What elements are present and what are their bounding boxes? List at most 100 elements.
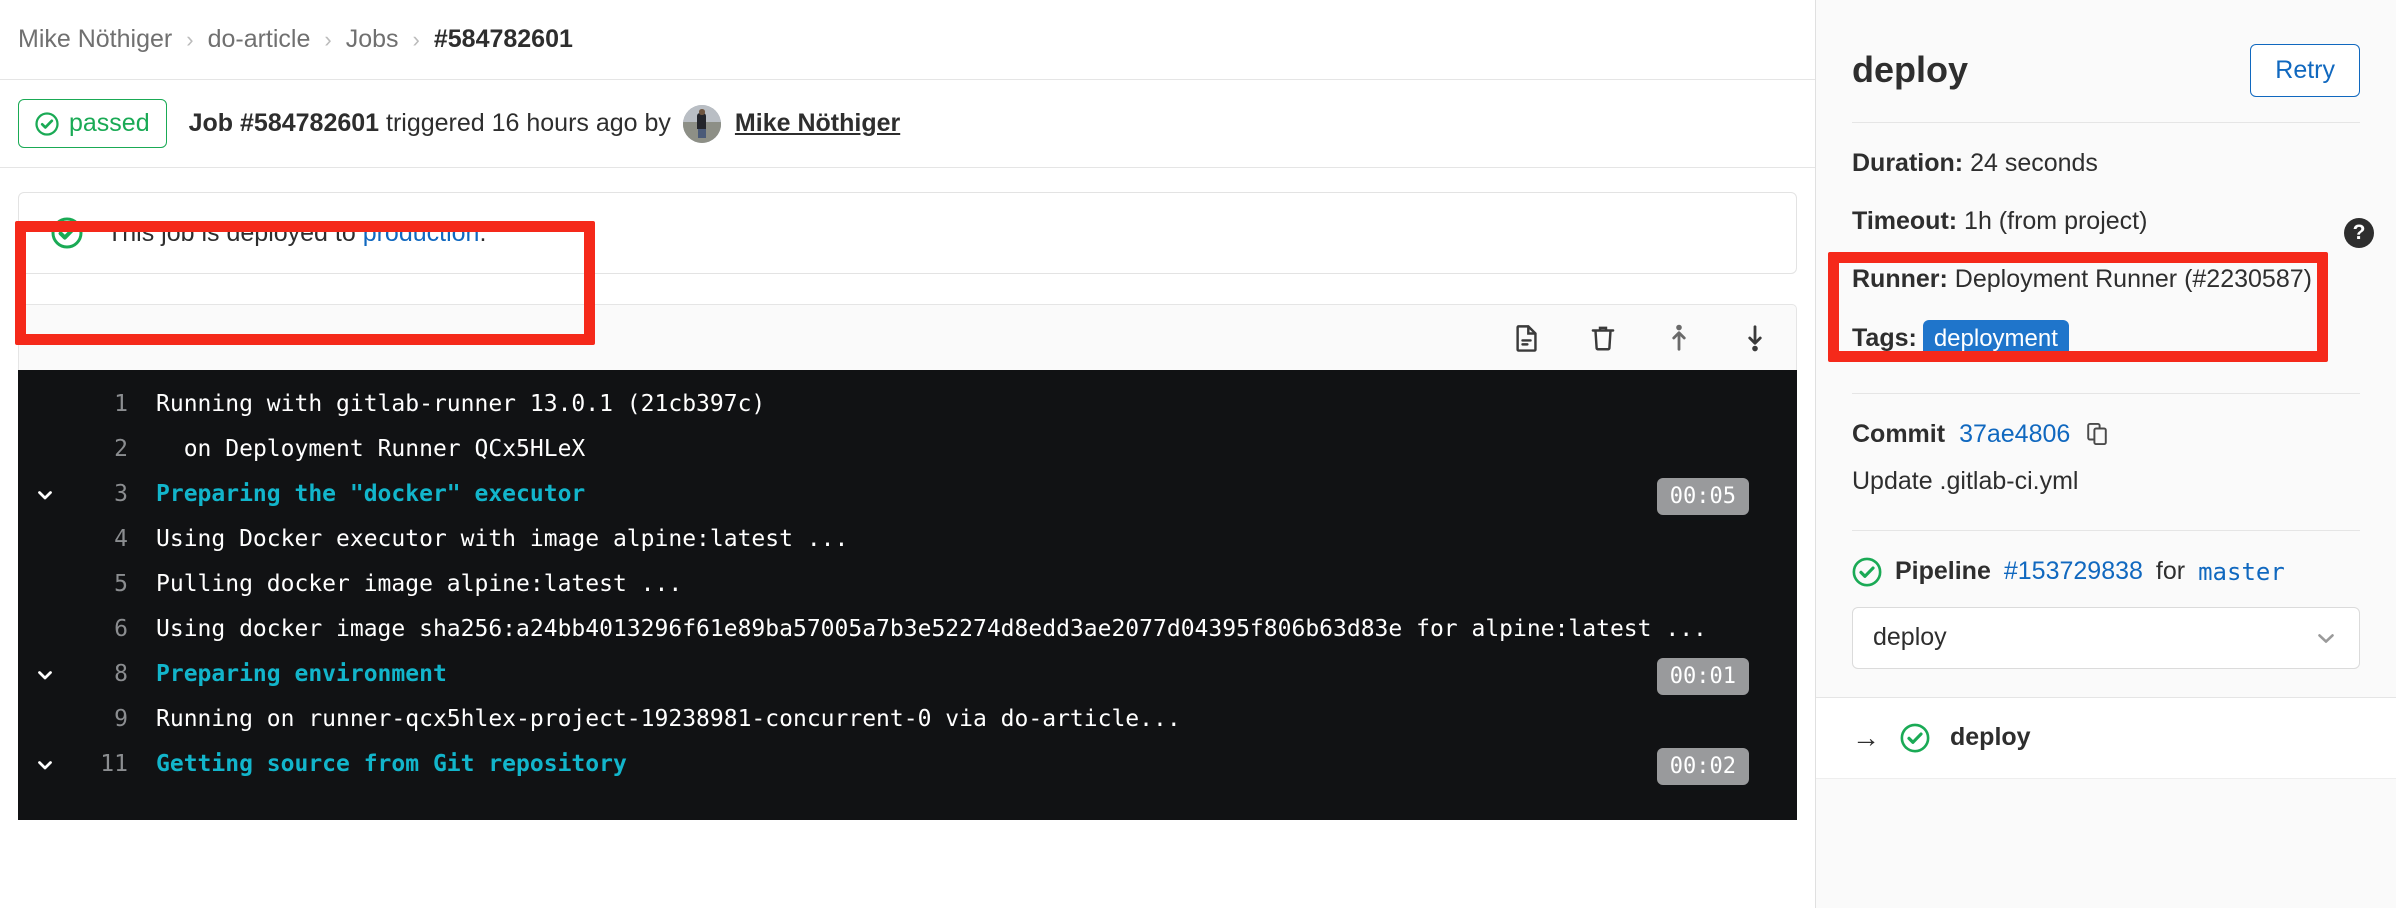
- runner-label: Runner:: [1852, 264, 1948, 293]
- avatar-body: [697, 112, 707, 129]
- commit-label: Commit: [1852, 419, 1946, 448]
- raw-log-icon[interactable]: [1510, 321, 1544, 355]
- scroll-to-bottom-icon[interactable]: [1738, 321, 1772, 355]
- environment-link[interactable]: production: [363, 219, 480, 247]
- pipeline-ref-link[interactable]: master: [2198, 558, 2285, 586]
- sidebar-job-name: deploy: [1852, 49, 1969, 90]
- help-icon[interactable]: ?: [2344, 218, 2374, 248]
- job-page: Mike Nöthiger › do-article › Jobs › #584…: [0, 0, 2396, 908]
- sidebar-divider-3: [1852, 529, 2360, 531]
- log-line: 8 Preparing environment 00:01: [18, 652, 1797, 697]
- runner-value: Deployment Runner (#2230587): [1954, 264, 2312, 293]
- chevron-down-icon: [2318, 633, 2334, 643]
- check-circle-icon: [51, 217, 83, 249]
- timeout-value: 1h (from project): [1964, 206, 2148, 235]
- main-content: Mike Nöthiger › do-article › Jobs › #584…: [0, 0, 1815, 908]
- avatar-legs: [698, 127, 706, 138]
- log-line-text: Using docker image sha256:a24bb4013296f6…: [156, 616, 1707, 642]
- breadcrumb: Mike Nöthiger › do-article › Jobs › #584…: [0, 0, 1815, 80]
- sidebar-divider: [1852, 122, 2360, 123]
- job-header: passed Job #584782601 triggered 16 hours…: [0, 80, 1815, 168]
- log-line: 3 Preparing the "docker" executor 00:05: [18, 472, 1797, 517]
- log-line-number[interactable]: 11: [72, 742, 128, 787]
- duration-row: Duration: 24 seconds: [1852, 147, 2360, 181]
- log-toolbar: [18, 304, 1797, 370]
- commit-message: Update .gitlab-ci.yml: [1852, 466, 2079, 495]
- log-line-number[interactable]: 4: [72, 517, 128, 562]
- log-line: 5 Pulling docker image alpine:latest ...: [18, 562, 1797, 607]
- erase-log-icon[interactable]: [1586, 321, 1620, 355]
- log-line-number[interactable]: 6: [72, 607, 128, 652]
- log-line-text: on Deployment Runner QCx5HLeX: [156, 436, 586, 462]
- arrow-right-icon: →: [1852, 721, 1880, 753]
- job-title-trigger-text: triggered 16 hours ago by: [379, 109, 671, 137]
- job-sidebar: deploy Retry Duration: 24 seconds Timeou…: [1815, 0, 2396, 908]
- deployment-message-prefix: This job is deployed to: [107, 218, 363, 247]
- copy-icon[interactable]: [2084, 421, 2110, 447]
- sidebar-job-name-label: deploy: [1950, 723, 2031, 752]
- check-circle-icon: [1900, 723, 1930, 753]
- tags-label: Tags:: [1852, 324, 1917, 353]
- job-title: Job #584782601 triggered 16 hours ago by: [189, 109, 671, 138]
- log-line: 6 Using docker image sha256:a24bb4013296f…: [18, 607, 1797, 652]
- tags-row: Tags: deployment: [1852, 320, 2360, 359]
- breadcrumb-item-jobs[interactable]: Jobs: [346, 25, 399, 54]
- deployment-message-suffix: .: [479, 218, 487, 247]
- log-line-number[interactable]: 1: [72, 382, 128, 427]
- stage-dropdown-value: deploy: [1873, 623, 1947, 652]
- duration-value: 24 seconds: [1970, 149, 2098, 177]
- tag-pill[interactable]: deployment: [1922, 320, 2069, 359]
- log-line-number[interactable]: 2: [72, 427, 128, 472]
- scroll-to-top-icon[interactable]: [1662, 321, 1696, 355]
- section-duration-badge: 00:01: [1656, 658, 1749, 695]
- pipeline-row: Pipeline #153729838 for master: [1852, 557, 2360, 587]
- section-collapse-icon[interactable]: [18, 652, 72, 697]
- pipeline-label: Pipeline: [1895, 557, 1991, 586]
- log-section-header: Preparing the "docker" executor: [156, 481, 586, 507]
- log-line: 1 Running with gitlab-runner 13.0.1 (21cb…: [18, 382, 1797, 427]
- timeout-row: Timeout: 1h (from project): [1852, 205, 2360, 239]
- log-line-text: Using Docker executor with image alpine:…: [156, 526, 849, 552]
- timeout-label: Timeout:: [1852, 206, 1958, 235]
- retry-button[interactable]: Retry: [2250, 43, 2360, 97]
- job-log-terminal[interactable]: 1 Running with gitlab-runner 13.0.1 (21cb…: [18, 370, 1797, 820]
- commit-row: Commit 37ae4806: [1852, 420, 2360, 449]
- avatar-head: [699, 109, 705, 115]
- section-collapse-icon[interactable]: [18, 742, 72, 787]
- log-line: 11 Getting source from Git repository 00:0…: [18, 742, 1797, 787]
- stage-dropdown[interactable]: deploy: [1852, 606, 2360, 669]
- log-section-header: Getting source from Git repository: [156, 751, 627, 777]
- deployment-message: This job is deployed to production.: [107, 219, 486, 248]
- pipeline-id-link[interactable]: #153729838: [2004, 557, 2143, 586]
- job-log-panel: 1 Running with gitlab-runner 13.0.1 (21cb…: [0, 274, 1815, 820]
- section-duration-badge: 00:02: [1656, 748, 1749, 785]
- log-line-text: Running with gitlab-runner 13.0.1 (21cb3…: [156, 391, 766, 417]
- section-duration-badge: 00:05: [1656, 478, 1749, 515]
- deployment-banner-wrapper: This job is deployed to production.: [0, 168, 1815, 274]
- breadcrumb-separator-icon: ›: [186, 26, 194, 52]
- job-author-link[interactable]: Mike Nöthiger: [735, 109, 900, 138]
- log-line: 2 on Deployment Runner QCx5HLeX: [18, 427, 1797, 472]
- commit-sha-link[interactable]: 37ae4806: [1959, 420, 2070, 449]
- section-collapse-icon[interactable]: [18, 472, 72, 517]
- breadcrumb-item-current: #584782601: [433, 25, 573, 53]
- pipeline-for-text: for: [2155, 557, 2186, 586]
- deployment-banner: This job is deployed to production.: [18, 192, 1797, 274]
- log-line-number[interactable]: 9: [72, 697, 128, 742]
- log-line-text: Pulling docker image alpine:latest ...: [156, 571, 683, 597]
- status-badge-label: passed: [69, 109, 150, 137]
- log-line-number[interactable]: 8: [72, 652, 128, 697]
- check-circle-icon: [35, 111, 59, 136]
- sidebar-job-deploy[interactable]: → deploy: [1816, 697, 2396, 779]
- check-circle-icon: [1852, 557, 1882, 587]
- sidebar-header: deploy Retry: [1852, 0, 2360, 110]
- job-title-id: Job #584782601: [188, 109, 380, 137]
- log-line-number[interactable]: 3: [72, 472, 128, 517]
- breadcrumb-separator-icon: ›: [412, 26, 420, 52]
- duration-label: Duration:: [1852, 149, 1964, 177]
- breadcrumb-item-namespace[interactable]: Mike Nöthiger: [18, 25, 172, 54]
- status-badge: passed: [18, 99, 167, 148]
- avatar[interactable]: [682, 104, 721, 143]
- log-line-number[interactable]: 5: [72, 562, 128, 607]
- breadcrumb-item-project[interactable]: do-article: [208, 25, 311, 54]
